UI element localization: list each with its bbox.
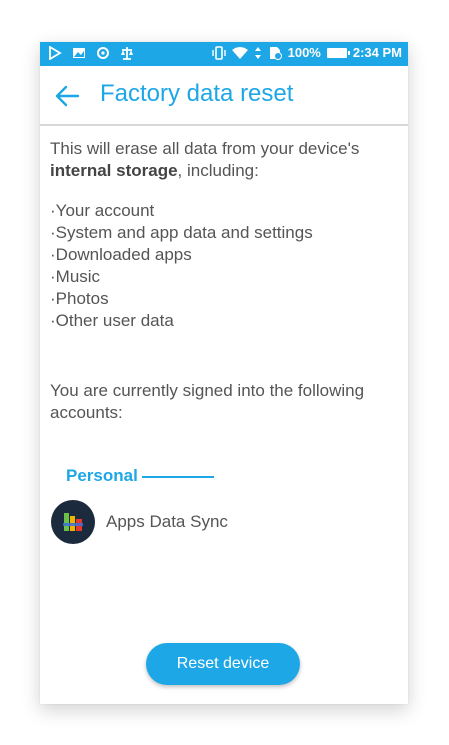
battery-percent: 100%: [287, 45, 321, 60]
sim-icon: [269, 46, 282, 60]
intro-text-start: This will erase all data from your devic…: [50, 139, 360, 158]
list-item: ·Music: [50, 267, 101, 286]
play-store-icon: [49, 46, 62, 60]
list-item: ·Other user data: [50, 311, 174, 330]
section-header-personal: Personal: [66, 466, 214, 486]
list-item: ·Downloaded apps: [50, 245, 192, 264]
battery-icon: [326, 47, 350, 58]
back-arrow-icon[interactable]: [54, 83, 80, 109]
intro-text: This will erase all data from your devic…: [50, 138, 400, 182]
sync-app-logo-icon: [63, 513, 83, 531]
list-item: ·Photos: [50, 289, 109, 308]
apps-data-sync-avatar-icon: [51, 500, 95, 544]
phone-screen: 100% 2:34 PM Factory data reset This wil…: [40, 42, 408, 704]
section-divider: [141, 476, 214, 478]
reset-info: This will erase all data from your devic…: [50, 138, 400, 424]
list-item: ·Your account: [50, 201, 155, 220]
scale-icon: [121, 47, 133, 60]
sync-icon: [97, 47, 109, 59]
intro-text-bold: internal storage: [50, 161, 178, 180]
status-right-icons: 100% 2:34 PM: [211, 45, 402, 60]
signed-in-text: You are currently signed into the follow…: [50, 381, 365, 422]
image-icon: [73, 48, 85, 58]
wifi-icon: [231, 46, 248, 59]
app-bar: Factory data reset: [40, 66, 408, 126]
section-label: Personal: [66, 466, 138, 485]
account-name: Apps Data Sync: [106, 512, 228, 531]
status-time: 2:34 PM: [352, 45, 402, 60]
status-left-icons: [48, 46, 134, 60]
erase-list: ·Your account ·System and app data and s…: [50, 200, 400, 332]
status-bar: 100% 2:34 PM: [40, 42, 408, 66]
intro-text-end: , including:: [177, 161, 259, 180]
account-item[interactable]: Apps Data Sync: [51, 500, 228, 544]
data-arrows-icon: [254, 46, 261, 59]
list-item: ·System and app data and settings: [50, 223, 313, 242]
page-title: Factory data reset: [100, 80, 294, 107]
vibrate-icon: [211, 45, 226, 60]
reset-device-button[interactable]: Reset device: [146, 643, 300, 685]
